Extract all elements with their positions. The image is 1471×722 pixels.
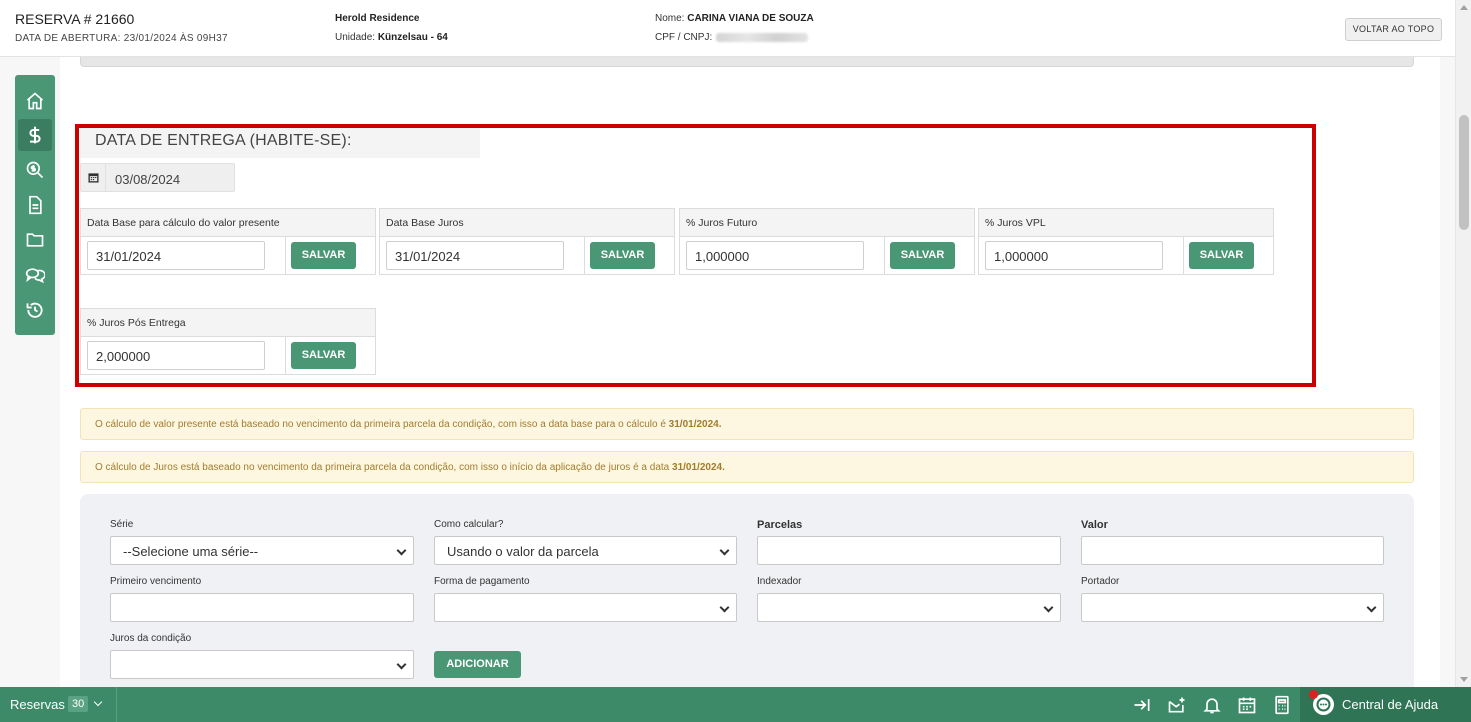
reservas-label[interactable]: Reservas: [10, 697, 65, 712]
calendar-icon[interactable]: [1237, 695, 1257, 715]
interest-alert: O cálculo de Juros está baseado no venci…: [80, 451, 1414, 483]
forma-pagamento-select[interactable]: [434, 593, 737, 622]
chevron-down-icon: [396, 659, 407, 670]
indexador-select[interactable]: [757, 593, 1061, 622]
parcelas-label: Parcelas: [757, 519, 803, 531]
present-value-alert: O cálculo de valor presente está baseado…: [80, 408, 1414, 440]
serie-label: Série: [110, 519, 134, 530]
indexador-label: Indexador: [757, 576, 802, 587]
bottom-bar: Reservas 30 Central de Ajuda: [0, 687, 1471, 722]
document-icon: [29, 195, 42, 215]
page-scrollbar[interactable]: [1455, 0, 1471, 687]
mail-notification-icon[interactable]: [1167, 695, 1187, 715]
folder-icon: [26, 233, 44, 247]
nav-comments[interactable]: [18, 259, 52, 291]
dollar-icon: [29, 126, 41, 144]
chevron-down-icon: [396, 545, 407, 556]
search-dollar-icon: [26, 161, 44, 179]
opening-date: DATA DE ABERTURA: 23/01/2024 ÀS 09H37: [15, 33, 228, 44]
collapsed-panel-bottom: [80, 57, 1414, 67]
scroll-down-arrow-icon[interactable]: [1460, 677, 1468, 682]
chevron-down-icon: [719, 545, 730, 556]
home-icon: [26, 92, 44, 110]
forma-pagamento-label: Forma de pagamento: [434, 576, 530, 587]
juros-condicao-select[interactable]: [110, 650, 414, 679]
bell-icon[interactable]: [1202, 695, 1222, 715]
parcelas-input[interactable]: [757, 536, 1061, 565]
portador-select[interactable]: [1081, 593, 1384, 622]
reservation-title: RESERVA # 21660: [15, 11, 135, 27]
valor-input[interactable]: [1081, 536, 1384, 565]
scroll-up-arrow-icon[interactable]: [1460, 5, 1468, 10]
reservas-count-badge: 30: [68, 696, 89, 712]
side-navigation: [15, 75, 55, 335]
history-icon: [26, 302, 43, 318]
chevron-down-icon: [1043, 602, 1054, 613]
notification-dot: [1309, 690, 1318, 699]
chevron-down-icon: [1366, 602, 1377, 613]
nav-history[interactable]: [18, 294, 52, 326]
nav-home[interactable]: [18, 85, 52, 117]
help-center-label: Central de Ajuda: [1342, 697, 1439, 712]
nav-folder[interactable]: [18, 224, 52, 256]
unit-info: Unidade: Künzelsau - 64: [335, 32, 448, 43]
chevron-down-icon[interactable]: [93, 697, 103, 707]
scrollbar-thumb[interactable]: [1459, 115, 1469, 230]
client-name: Nome: CARINA VIANA DE SOUZA: [655, 13, 814, 24]
back-to-top-button[interactable]: VOLTAR AO TOPO: [1345, 18, 1442, 41]
add-condition-button[interactable]: ADICIONAR: [434, 651, 521, 678]
reservation-header: RESERVA # 21660 DATA DE ABERTURA: 23/01/…: [0, 0, 1455, 57]
nav-documents[interactable]: [18, 189, 52, 221]
calc-method-select[interactable]: Usando o valor da parcela: [434, 536, 737, 565]
calc-label: Como calcular?: [434, 519, 504, 530]
primeiro-vencimento-input[interactable]: [110, 593, 414, 622]
nav-financial[interactable]: [18, 119, 52, 151]
serie-select[interactable]: --Selecione uma série--: [110, 536, 414, 565]
juros-condicao-label: Juros da condição: [110, 633, 192, 644]
primeiro-vencimento-label: Primeiro vencimento: [110, 576, 202, 587]
calculator-icon[interactable]: [1272, 695, 1292, 715]
redacted-cpf: [716, 32, 809, 42]
nav-search-financial[interactable]: [18, 154, 52, 186]
help-center-button[interactable]: Central de Ajuda: [1300, 687, 1471, 722]
client-cpf: CPF / CNPJ:: [655, 32, 809, 43]
comments-icon: [25, 268, 45, 284]
property-name: Herold Residence: [335, 13, 420, 24]
portador-label: Portador: [1081, 576, 1120, 587]
collapse-arrow-icon[interactable]: [1132, 695, 1152, 715]
chevron-down-icon: [719, 602, 730, 613]
highlight-box: [75, 124, 1316, 387]
valor-label: Valor: [1081, 519, 1108, 531]
